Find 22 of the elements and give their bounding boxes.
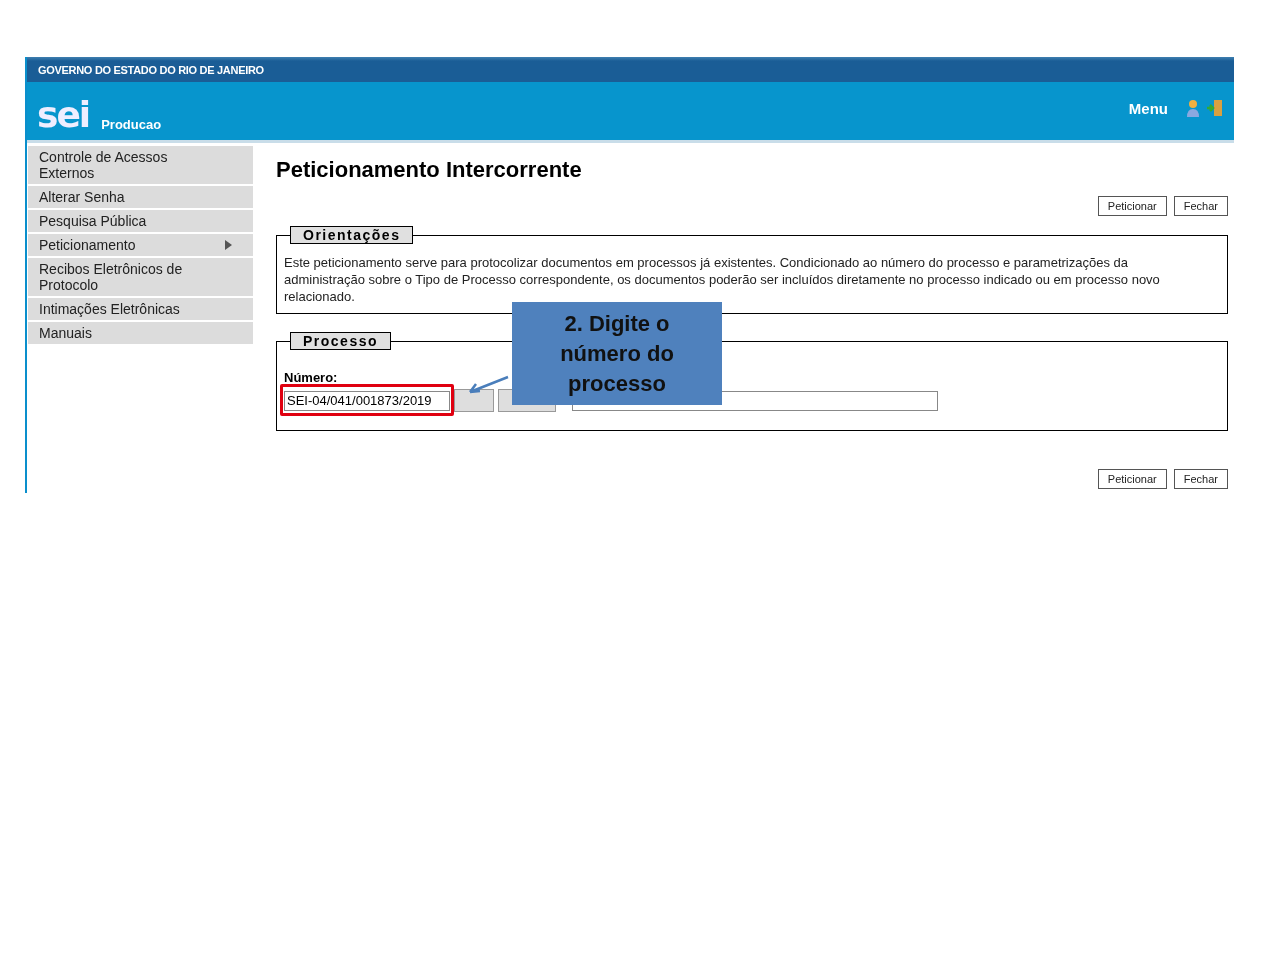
page-title: Peticionamento Intercorrente [276,157,583,183]
sidebar-item[interactable]: Manuais [28,322,253,344]
government-title: GOVERNO DO ESTADO DO RIO DE JANEIRO [38,63,264,76]
user-icon[interactable] [1186,99,1200,117]
instruction-tooltip: 2. Digite o número do processo [512,302,722,405]
sidebar-item[interactable]: Controle de Acessos Externos [28,146,253,184]
sidebar-item[interactable]: Intimações Eletrônicas [28,298,253,320]
section-legend: Processo [290,332,392,350]
form-button[interactable]: Fechar [1173,196,1228,216]
form-button[interactable]: Peticionar [1097,196,1167,216]
logo: sei [37,96,90,134]
environment-label: Producao [101,117,162,132]
sidebar-item[interactable]: Alterar Senha [28,186,253,208]
sidebar-item[interactable]: Recibos Eletrônicos de Protocolo [28,258,253,296]
section-legend: Orientações [290,226,414,244]
field-label: Número: [284,370,339,385]
form-button[interactable]: Fechar [1173,469,1228,489]
sidebar-item[interactable]: Pesquisa Pública [28,210,253,232]
process-number-field[interactable]: SEI-04/041/001873/2019 [284,390,450,411]
sidebar-item[interactable]: Peticionamento [39,237,136,253]
guidance-text: Este peticionamento serve para protocolizar documentos em processos já existentes. Condicionado ao número do processo e parametrizações da administração sobre o Tipo de Processo correspondente, os documentos poderão ser incluídos diretamente no processo indicado ou em processo novo relacionado. [284,254,1161,305]
form-button[interactable]: Peticionar [1097,469,1167,489]
